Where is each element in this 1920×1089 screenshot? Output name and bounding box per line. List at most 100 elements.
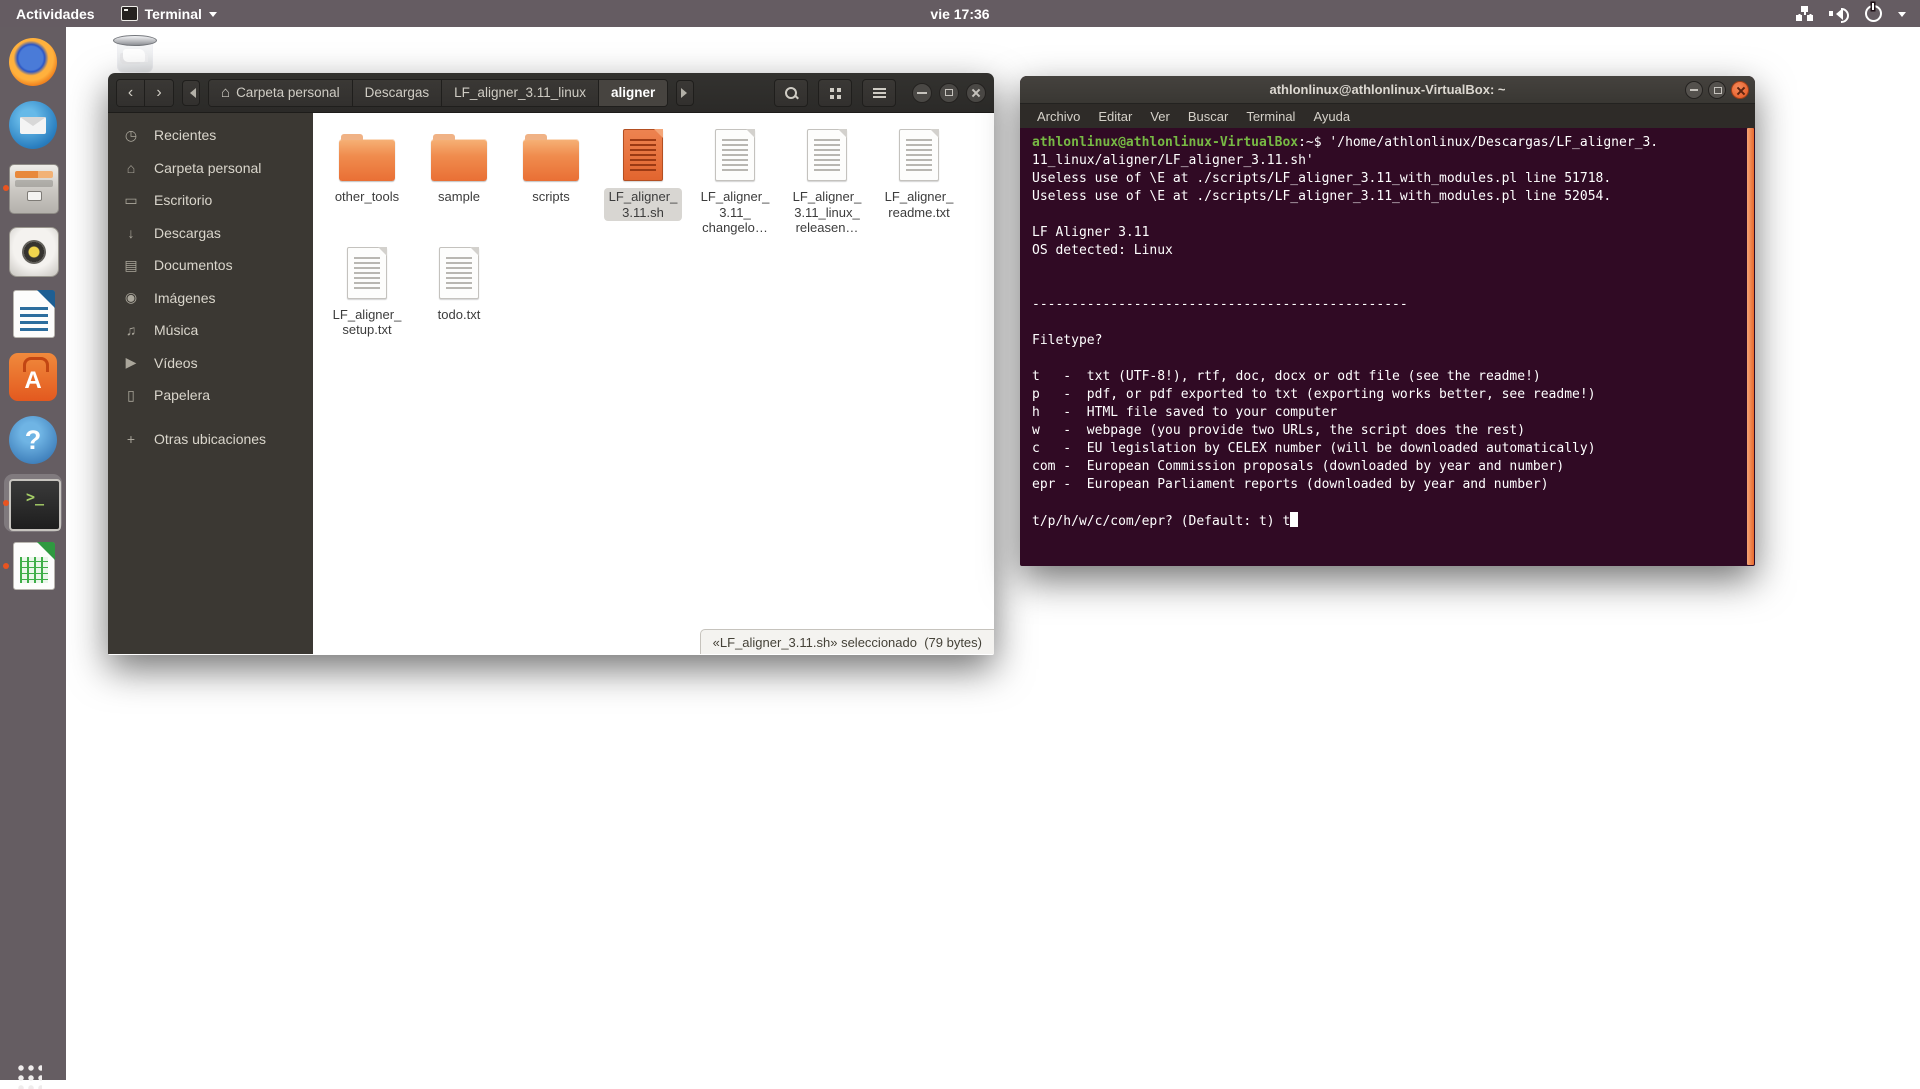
window-controls <box>912 83 986 103</box>
nav-buttons: ‹ › <box>116 79 174 107</box>
file-item-lf-aligner-3.11-linux-releasen-[interactable]: LF_aligner_3.11_linux_releasen… <box>781 119 873 237</box>
place-icon: ↓ <box>108 225 154 241</box>
files-icon <box>9 164 59 214</box>
window-controls <box>1685 81 1755 99</box>
terminal-line: p - pdf, or pdf exported to txt (exporti… <box>1032 386 1741 404</box>
terminal-titlebar[interactable]: athlonlinux@athlonlinux-VirtualBox: ~ <box>1020 76 1755 104</box>
terminal-scrollbar[interactable] <box>1747 128 1754 565</box>
show-applications-button[interactable] <box>14 1061 42 1089</box>
file-item-todo.txt[interactable]: todo.txt <box>413 237 505 324</box>
breadcrumb-carpeta-personal[interactable]: ⌂ Carpeta personal <box>209 80 353 106</box>
terminal-menu-ayuda[interactable]: Ayuda <box>1304 109 1359 124</box>
system-status-area[interactable] <box>1796 0 1920 27</box>
breadcrumb-descargas[interactable]: Descargas <box>353 80 443 106</box>
plus-icon: + <box>108 431 154 447</box>
place-icon: ▤ <box>108 257 154 274</box>
terminal-menubar: ArchivoEditarVerBuscarTerminalAyuda <box>1020 104 1755 128</box>
terminal-line: t - txt (UTF-8!), rtf, doc, docx or odt … <box>1032 368 1741 386</box>
file-item-other-tools[interactable]: other_tools <box>321 119 413 206</box>
chevron-left-icon <box>185 88 196 98</box>
shell-script-file-icon <box>623 129 663 181</box>
rhythmbox-icon <box>9 227 59 277</box>
help-icon: ? <box>9 416 57 464</box>
search-button[interactable] <box>774 79 808 107</box>
sidebar-item-im-genes[interactable]: ◉ Imágenes <box>108 282 313 315</box>
sidebar-item-documentos[interactable]: ▤ Documentos <box>108 249 313 282</box>
place-icon: ◷ <box>108 127 154 144</box>
minimize-button[interactable] <box>912 83 932 103</box>
terminal-line: athlonlinux@athlonlinux-VirtualBox:~$ '/… <box>1032 134 1741 152</box>
file-grid: other_tools sample scripts LF_aligner_3.… <box>313 113 991 339</box>
terminal-line <box>1032 350 1741 368</box>
app-menu-terminal[interactable]: Terminal <box>111 0 227 27</box>
folder-icon <box>523 139 579 181</box>
desktop-trash-icon[interactable] <box>112 33 158 75</box>
forward-button[interactable]: › <box>145 80 173 106</box>
sidebar-item-v-deos[interactable]: ▶ Vídeos <box>108 347 313 380</box>
text-file-icon <box>347 247 387 299</box>
terminal-line: t/p/h/w/c/com/epr? (Default: t) t <box>1032 512 1741 530</box>
breadcrumb-scroll-right-button[interactable] <box>676 80 694 106</box>
file-label: other_tools <box>330 188 404 206</box>
file-label: LF_aligner_setup.txt <box>328 306 407 339</box>
file-item-lf-aligner-setup.txt[interactable]: LF_aligner_setup.txt <box>321 237 413 339</box>
close-button[interactable] <box>1731 81 1749 99</box>
terminal-menu-buscar[interactable]: Buscar <box>1179 109 1237 124</box>
firefox-icon <box>9 38 57 86</box>
file-item-sample[interactable]: sample <box>413 119 505 206</box>
sidebar-item-recientes[interactable]: ◷ Recientes <box>108 119 313 152</box>
maximize-button[interactable] <box>1708 81 1726 99</box>
text-file-icon <box>899 129 939 181</box>
view-toggle-button[interactable] <box>818 79 852 107</box>
maximize-button[interactable] <box>939 83 959 103</box>
place-icon: ⌂ <box>108 160 154 176</box>
running-indicator-dot <box>3 563 9 569</box>
breadcrumb-scroll-left-button[interactable] <box>182 80 200 106</box>
file-item-lf-aligner-3.11-changelo-[interactable]: LF_aligner_3.11_changelo… <box>689 119 781 237</box>
dock-item-rhythmbox[interactable] <box>0 226 66 284</box>
file-item-lf-aligner-3.11.sh[interactable]: LF_aligner_3.11.sh <box>597 119 689 221</box>
breadcrumb-aligner[interactable]: aligner <box>599 80 667 106</box>
dock-item-terminal[interactable]: >_ <box>0 478 66 536</box>
window-menu-button[interactable] <box>862 79 896 107</box>
terminal-window: athlonlinux@athlonlinux-VirtualBox: ~ Ar… <box>1020 76 1755 566</box>
minimize-button[interactable] <box>1685 81 1703 99</box>
terminal-menu-archivo[interactable]: Archivo <box>1028 109 1089 124</box>
dock: A ? >_ <box>0 27 66 1080</box>
dock-item-calc[interactable] <box>0 541 66 599</box>
sidebar-item-m-sica[interactable]: ♫ Música <box>108 314 313 347</box>
dock-item-thunderbird[interactable] <box>0 100 66 158</box>
sidebar-item-papelera[interactable]: ▯ Papelera <box>108 379 313 412</box>
sidebar-item-carpeta-personal[interactable]: ⌂ Carpeta personal <box>108 152 313 185</box>
dock-item-files[interactable] <box>0 163 66 221</box>
back-button[interactable]: ‹ <box>117 80 145 106</box>
network-icon <box>1796 6 1813 21</box>
clock[interactable]: vie 17:36 <box>930 0 989 27</box>
dock-item-software[interactable]: A <box>0 352 66 410</box>
activities-button[interactable]: Actividades <box>0 0 111 27</box>
sidebar-item-otras-ubicaciones[interactable]: + Otras ubicaciones <box>108 423 313 456</box>
files-content-area[interactable]: other_tools sample scripts LF_aligner_3.… <box>313 113 994 654</box>
terminal-line: 11_linux/aligner/LF_aligner_3.11.sh' <box>1032 152 1741 170</box>
file-item-scripts[interactable]: scripts <box>505 119 597 206</box>
file-item-lf-aligner-readme.txt[interactable]: LF_aligner_readme.txt <box>873 119 965 221</box>
dock-item-firefox[interactable] <box>0 37 66 95</box>
dock-item-help[interactable]: ? <box>0 415 66 473</box>
close-button[interactable] <box>966 83 986 103</box>
search-icon <box>784 86 798 100</box>
place-icon: ♫ <box>108 322 154 338</box>
terminal-icon: >_ <box>9 479 61 531</box>
dock-item-writer[interactable] <box>0 289 66 347</box>
terminal-content[interactable]: athlonlinux@athlonlinux-VirtualBox:~$ '/… <box>1020 128 1755 567</box>
terminal-menu-ver[interactable]: Ver <box>1141 109 1179 124</box>
sidebar-item-descargas[interactable]: ↓ Descargas <box>108 217 313 250</box>
terminal-menu-editar[interactable]: Editar <box>1089 109 1141 124</box>
terminal-line: c - EU legislation by CELEX number (will… <box>1032 440 1741 458</box>
home-icon: ⌂ <box>221 84 230 101</box>
breadcrumb-lf-aligner-3-11-linux[interactable]: LF_aligner_3.11_linux <box>442 80 599 106</box>
sidebar-item-escritorio[interactable]: ▭ Escritorio <box>108 184 313 217</box>
terminal-menu-terminal[interactable]: Terminal <box>1237 109 1304 124</box>
terminal-line <box>1032 260 1741 278</box>
file-label: LF_aligner_3.11_linux_releasen… <box>788 188 867 237</box>
files-headerbar: ‹ › ⌂ Carpeta personal Descargas LF_alig… <box>108 73 994 113</box>
